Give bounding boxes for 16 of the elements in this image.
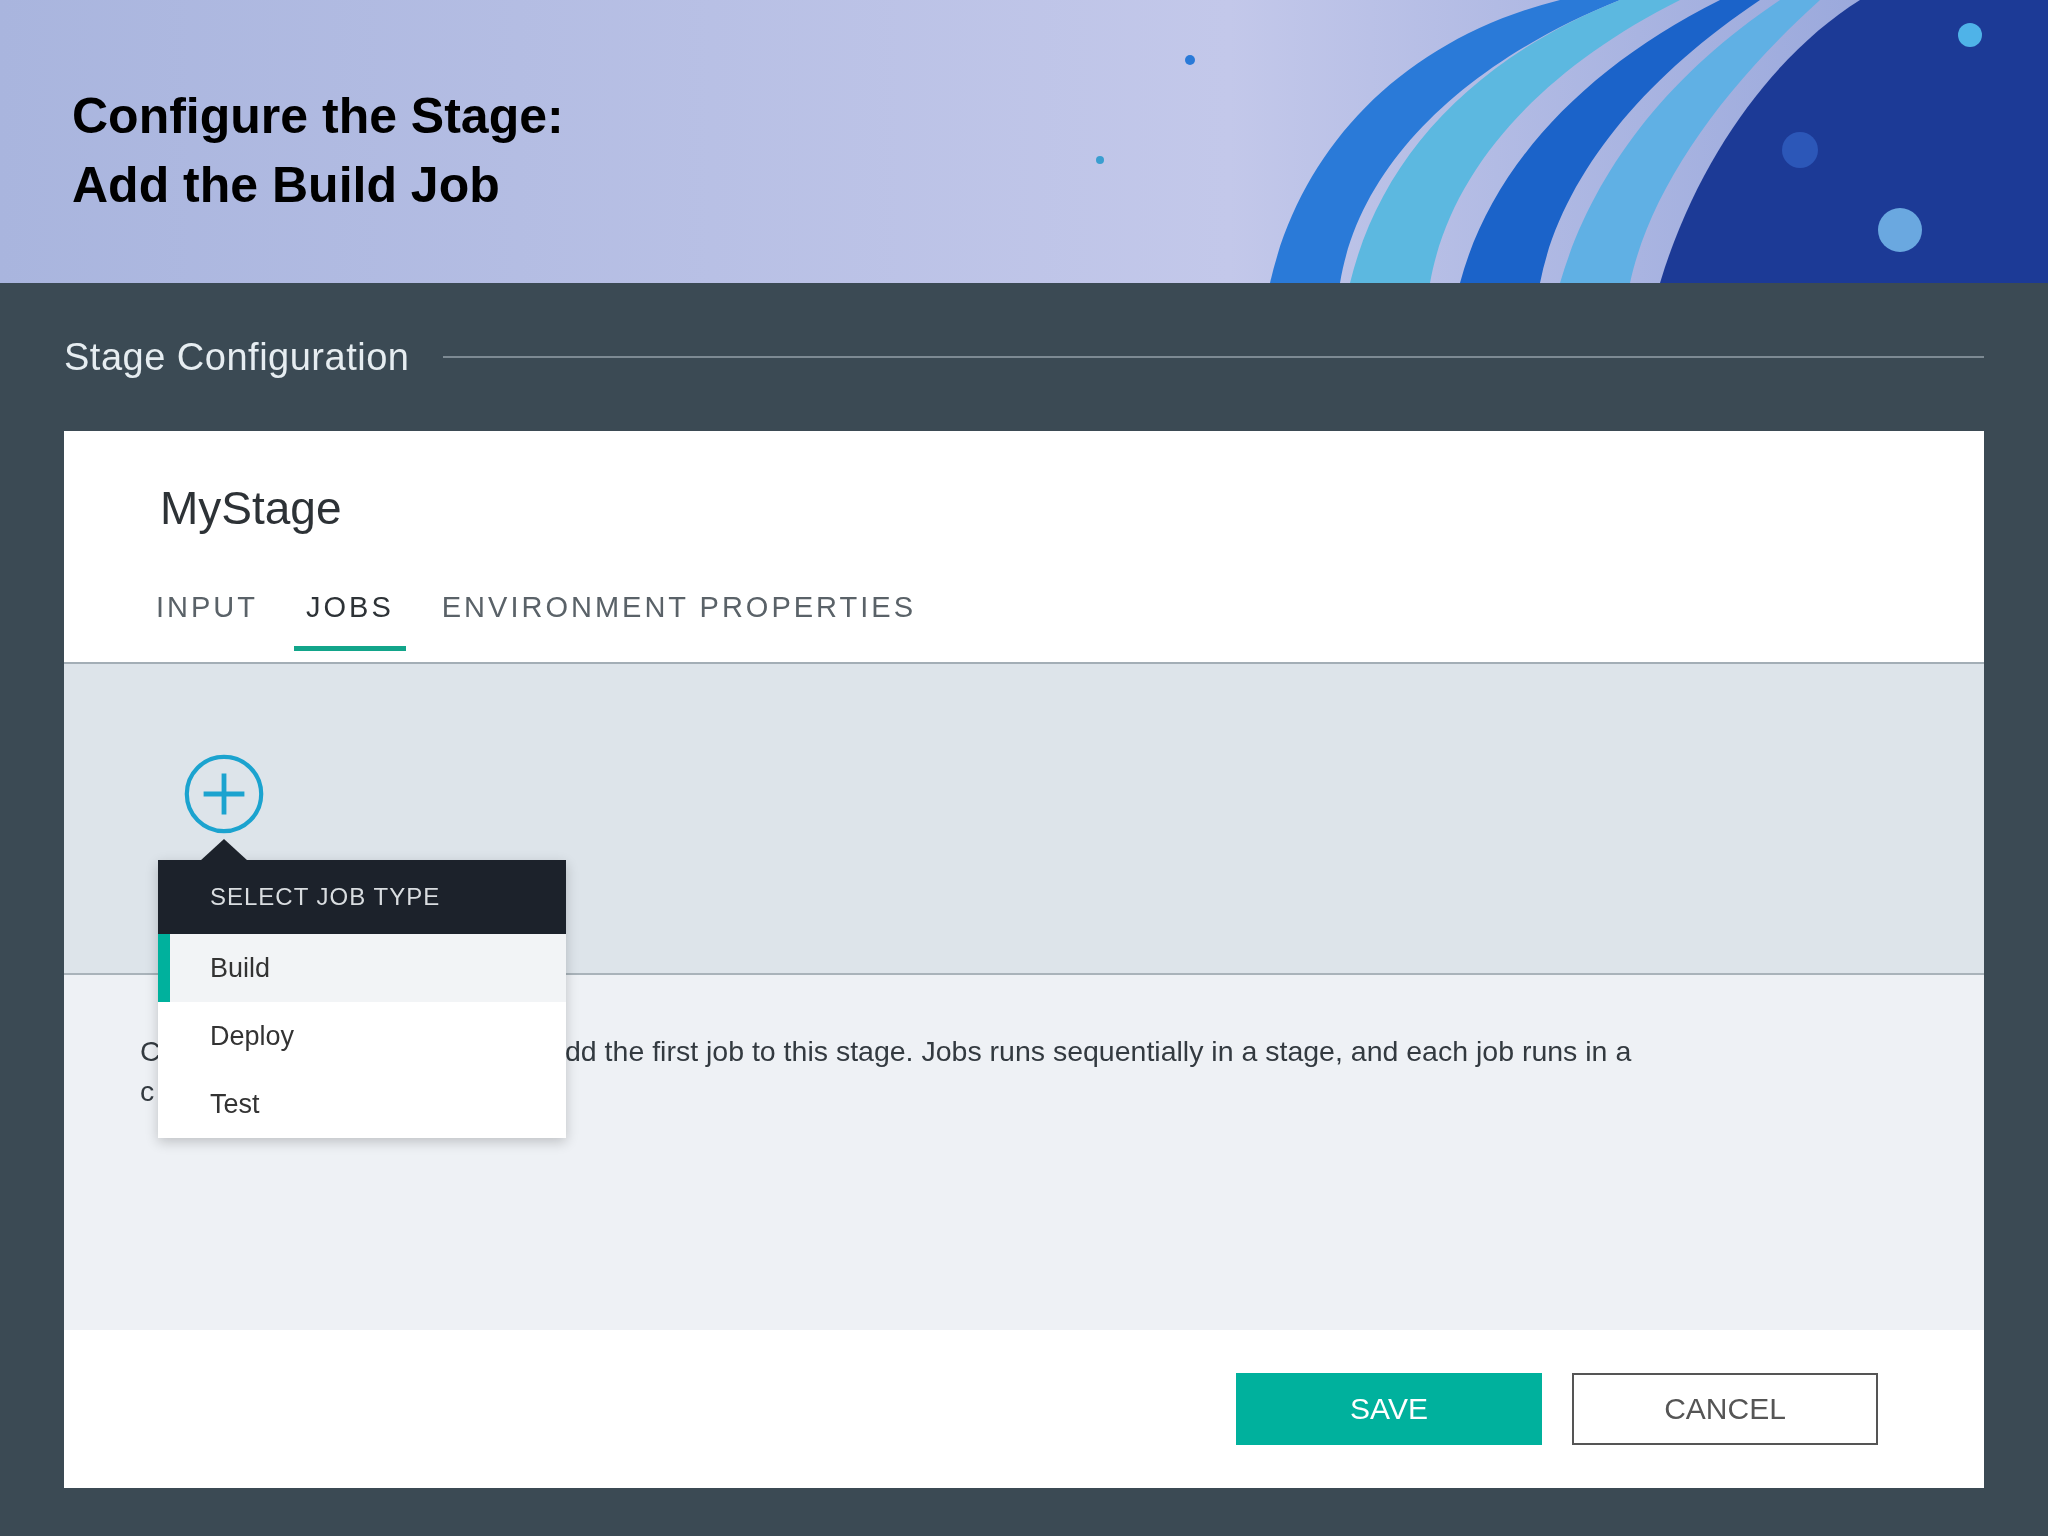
section-title: Stage Configuration xyxy=(64,335,410,379)
add-job-icon[interactable] xyxy=(182,752,266,836)
description-text: dd the first job to this stage. Jobs runs sequentially in a stage, and each job runs in a xyxy=(565,1035,1632,1069)
cancel-button[interactable]: CANCEL xyxy=(1572,1373,1878,1445)
menu-item[interactable]: Test xyxy=(158,1070,566,1138)
tab[interactable]: INPUT xyxy=(144,571,270,651)
description-text: C xyxy=(140,1035,161,1067)
stage-name: MyStage xyxy=(159,481,343,536)
menu-item[interactable]: Deploy xyxy=(158,1002,566,1070)
menu-pointer xyxy=(200,839,248,861)
description-text: c xyxy=(140,1075,155,1109)
tab[interactable]: JOBS xyxy=(294,571,406,651)
slide-title: Configure the Stage: xyxy=(72,87,564,146)
menu-item[interactable]: Build xyxy=(158,934,566,1002)
slide-title: Add the Build Job xyxy=(72,156,500,215)
tab[interactable]: ENVIRONMENT PROPERTIES xyxy=(429,571,928,651)
